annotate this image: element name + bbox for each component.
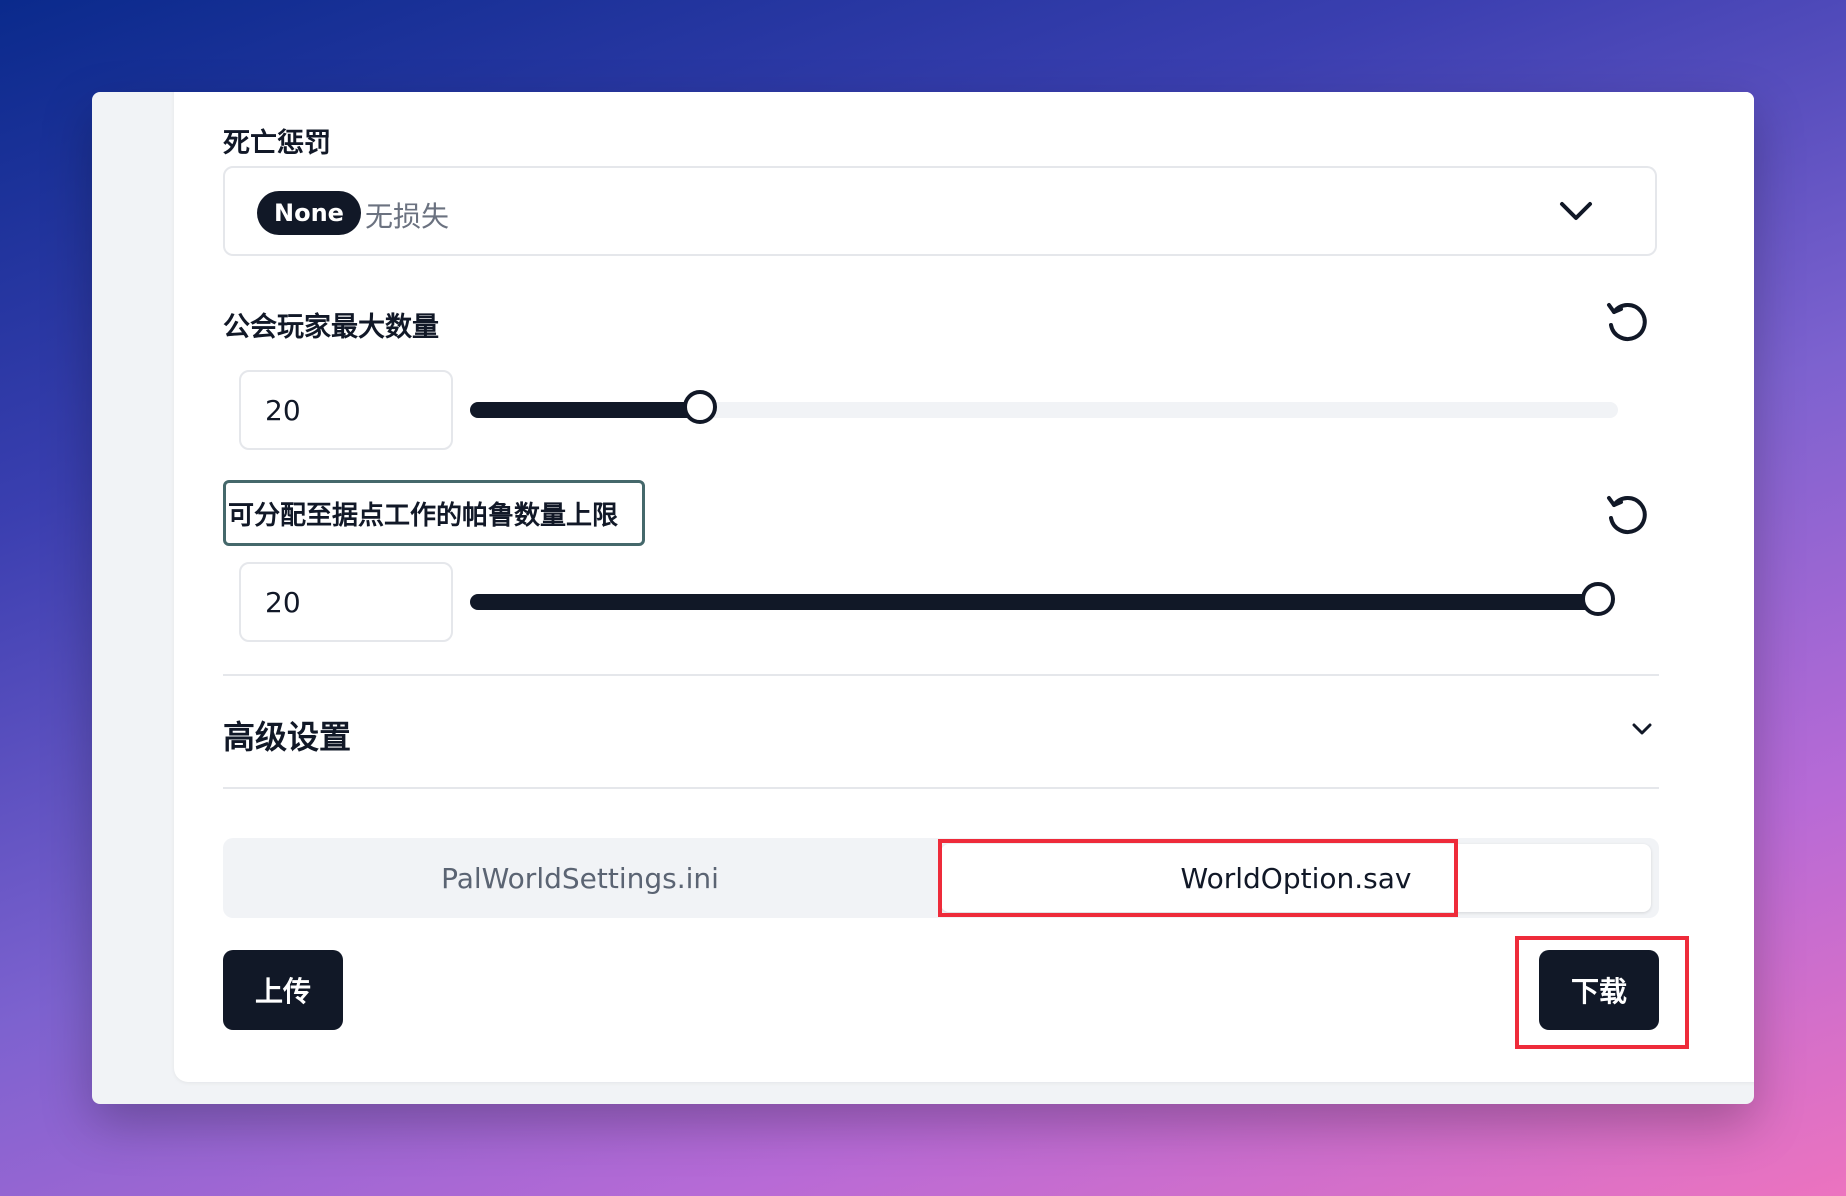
highlight-box	[938, 839, 1458, 917]
guild-max-players-label: 公会玩家最大数量	[223, 312, 439, 343]
divider	[223, 674, 1659, 676]
tab-palworldsettings-ini[interactable]: PalWorldSettings.ini	[223, 838, 937, 918]
reset-icon[interactable]	[1604, 298, 1650, 344]
advanced-settings-title[interactable]: 高级设置	[223, 712, 351, 758]
slider-fill	[470, 594, 1598, 610]
chevron-down-icon[interactable]	[1558, 196, 1594, 226]
slider-thumb[interactable]	[1581, 582, 1615, 616]
divider	[223, 787, 1659, 789]
base-camp-workers-slider[interactable]	[470, 582, 1615, 616]
slider-fill	[470, 402, 700, 418]
death-penalty-label: 死亡惩罚	[223, 128, 331, 159]
death-penalty-value: 无损失	[365, 200, 450, 233]
reset-icon[interactable]	[1604, 491, 1650, 537]
guild-max-players-input[interactable]: 20	[239, 370, 453, 450]
upload-button[interactable]: 上传	[223, 950, 343, 1030]
slider-thumb[interactable]	[682, 390, 717, 424]
death-penalty-badge: None	[257, 191, 361, 235]
guild-max-players-slider[interactable]	[470, 390, 1618, 424]
highlight-box	[1515, 936, 1689, 1049]
chevron-down-icon[interactable]	[1628, 718, 1656, 740]
base-camp-workers-input[interactable]: 20	[239, 562, 453, 642]
base-camp-workers-label: 可分配至据点工作的帕鲁数量上限	[223, 480, 645, 546]
